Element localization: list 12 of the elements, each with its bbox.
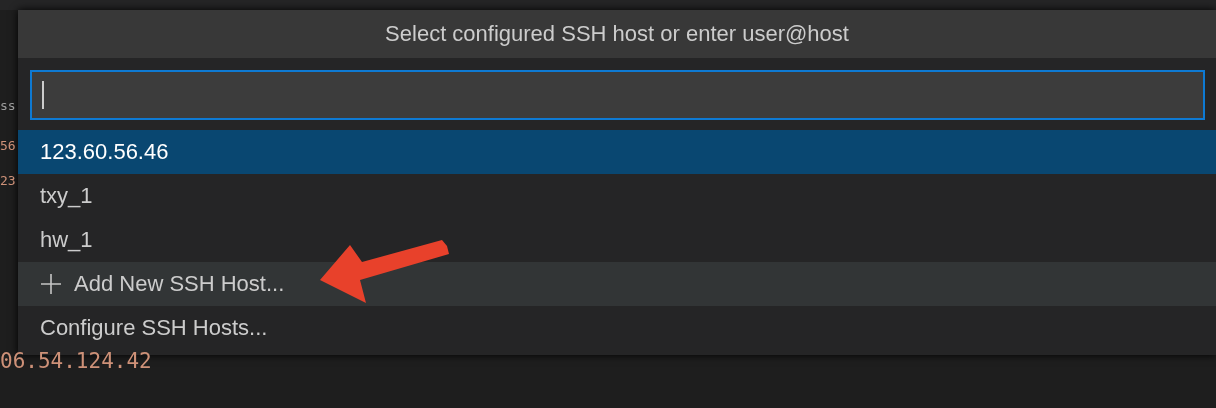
- plus-icon: [40, 273, 62, 295]
- code-text: ss: [0, 98, 16, 113]
- list-item[interactable]: txy_1: [18, 174, 1216, 218]
- list-item[interactable]: Add New SSH Host...: [18, 262, 1216, 306]
- list-item[interactable]: Configure SSH Hosts...: [18, 306, 1216, 350]
- code-text: 56: [0, 138, 16, 153]
- input-field[interactable]: [30, 70, 1205, 120]
- list-item[interactable]: 123.60.56.46: [18, 130, 1216, 174]
- list-item[interactable]: hw_1: [18, 218, 1216, 262]
- code-text: 23: [0, 173, 16, 188]
- code-text: 06.54.124.42: [0, 349, 152, 373]
- quick-pick-title: Select configured SSH host or enter user@host: [18, 10, 1216, 58]
